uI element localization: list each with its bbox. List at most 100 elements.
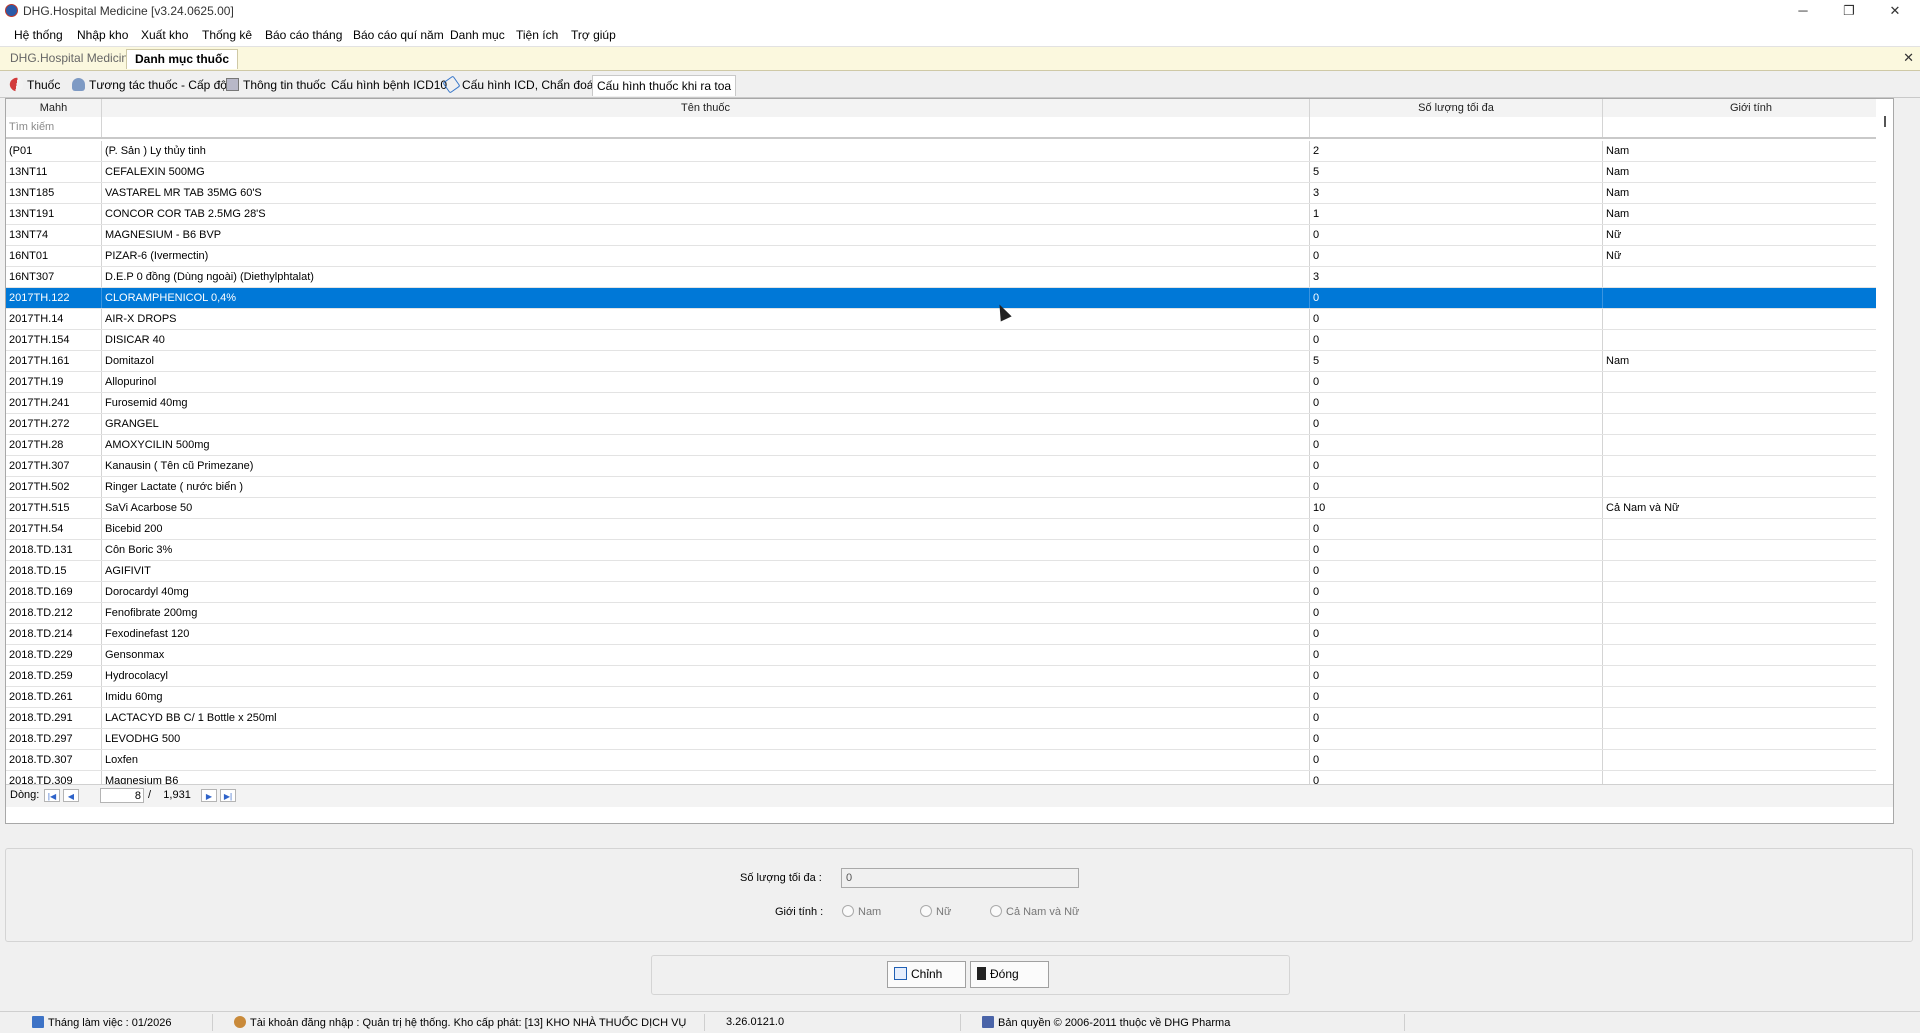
scrollbar-thumb[interactable] bbox=[1884, 116, 1886, 127]
menu-danh-muc[interactable]: Danh mục bbox=[450, 28, 505, 42]
menu-tro-giup[interactable]: Trợ giúp bbox=[571, 28, 616, 42]
table-row[interactable]: 2018.TD.214 Fexodinefast 120 0 bbox=[6, 624, 1893, 645]
table-row[interactable]: 2018.TD.297 LEVODHG 500 0 bbox=[6, 729, 1893, 750]
table-row[interactable]: 2017TH.19 Allopurinol 0 bbox=[6, 372, 1893, 393]
tab-home[interactable]: DHG.Hospital Medicine bbox=[2, 49, 143, 68]
cell-ten-thuoc: Ringer Lactate ( nước biển ) bbox=[102, 477, 1310, 497]
table-row[interactable]: 2017TH.502 Ringer Lactate ( nước biển ) 0 bbox=[6, 477, 1893, 498]
table-row[interactable]: 2018.TD.169 Dorocardyl 40mg 0 bbox=[6, 582, 1893, 603]
table-row[interactable]: 2017TH.154 DISICAR 40 0 bbox=[6, 330, 1893, 351]
table-row[interactable]: 2018.TD.309 Magnesium B6 0 bbox=[6, 771, 1893, 784]
close-button[interactable]: Đóng bbox=[970, 961, 1049, 988]
vertical-scrollbar[interactable] bbox=[1876, 99, 1893, 823]
subtab-icd10[interactable]: Cấu hình bệnh ICD10 bbox=[327, 75, 451, 95]
cell-ten-thuoc: AMOXYCILIN 500mg bbox=[102, 435, 1310, 455]
table-row[interactable]: 2017TH.515 SaVi Acarbose 50 10 Cả Nam và Nữ bbox=[6, 498, 1893, 519]
prev-page-button[interactable]: ◀ bbox=[63, 789, 79, 802]
radio-nam[interactable]: Nam bbox=[842, 905, 881, 918]
table-row[interactable]: 2018.TD.259 Hydrocolacyl 0 bbox=[6, 666, 1893, 687]
table-row[interactable]: 2017TH.14 AIR-X DROPS 0 bbox=[6, 309, 1893, 330]
cell-so-luong: 0 bbox=[1310, 750, 1603, 770]
menu-he-thong[interactable]: Hệ thống bbox=[14, 28, 63, 42]
minimize-button[interactable]: ─ bbox=[1780, 0, 1826, 22]
radio-ca-nam-va-nu[interactable]: Cả Nam và Nữ bbox=[990, 905, 1079, 918]
cell-gioi-tinh: Nam bbox=[1603, 351, 1893, 371]
table-row[interactable]: 13NT11 CEFALEXIN 500MG 5 Nam bbox=[6, 162, 1893, 183]
filter-input-so-luong[interactable] bbox=[1310, 117, 1603, 137]
qty-input[interactable] bbox=[841, 868, 1079, 888]
menu-bao-cao-qui-nam[interactable]: Báo cáo quí năm bbox=[353, 28, 444, 42]
column-header-gioi-tinh[interactable]: Giới tính bbox=[1603, 99, 1893, 117]
medicine-box-icon bbox=[226, 78, 239, 91]
subtab-cau-hinh-ra-toa[interactable]: Cấu hình thuốc khi ra toa bbox=[592, 75, 737, 96]
table-row[interactable]: 13NT74 MAGNESIUM - B6 BVP 0 Nữ bbox=[6, 225, 1893, 246]
edit-button[interactable]: Chỉnh bbox=[887, 961, 966, 988]
grid-rows: (P01 (P. Sản ) Ly thủy tinh 2 Nam 13NT11 CEFA… bbox=[6, 141, 1893, 784]
cell-mahh: 2018.TD.307 bbox=[6, 750, 102, 770]
first-page-button[interactable]: |◀ bbox=[44, 789, 60, 802]
radio-nu[interactable]: Nữ bbox=[920, 905, 951, 918]
table-row[interactable]: 2017TH.28 AMOXYCILIN 500mg 0 bbox=[6, 435, 1893, 456]
cell-ten-thuoc: CEFALEXIN 500MG bbox=[102, 162, 1310, 182]
restore-button[interactable]: ❐ bbox=[1826, 0, 1872, 22]
table-row[interactable]: 2017TH.307 Kanausin ( Tên cũ Primezane) 0 bbox=[6, 456, 1893, 477]
cell-gioi-tinh bbox=[1603, 771, 1893, 784]
filter-input-gioi-tinh[interactable] bbox=[1603, 117, 1893, 137]
table-row[interactable]: 2017TH.161 Domitazol 5 Nam bbox=[6, 351, 1893, 372]
subtab-thuoc[interactable]: Thuốc bbox=[6, 75, 64, 95]
filter-input-ten-thuoc[interactable] bbox=[102, 117, 1310, 137]
status-bar: Tháng làm việc : 01/2026 Tài khoản đăng … bbox=[0, 1011, 1920, 1033]
calendar-icon bbox=[32, 1016, 44, 1028]
menu-nhap-kho[interactable]: Nhập kho bbox=[77, 28, 128, 42]
table-row[interactable]: 16NT307 D.E.P 0 đồng (Dùng ngoài) (Diethy… bbox=[6, 267, 1893, 288]
menu-xuat-kho[interactable]: Xuất kho bbox=[141, 28, 188, 42]
current-row-input[interactable] bbox=[100, 788, 144, 803]
subtab-icd-chan-doan[interactable]: Cấu hình ICD, Chẩn đoán bbox=[441, 75, 604, 95]
table-row[interactable]: 16NT01 PIZAR-6 (Ivermectin) 0 Nữ bbox=[6, 246, 1893, 267]
table-row[interactable]: 2017TH.272 GRANGEL 0 bbox=[6, 414, 1893, 435]
table-row[interactable]: (P01 (P. Sản ) Ly thủy tinh 2 Nam bbox=[6, 141, 1893, 162]
table-row[interactable]: 13NT185 VASTAREL MR TAB 35MG 60'S 3 Nam bbox=[6, 183, 1893, 204]
table-row[interactable]: 2018.TD.261 Imidu 60mg 0 bbox=[6, 687, 1893, 708]
cell-mahh: 2018.TD.297 bbox=[6, 729, 102, 749]
column-header-ten-thuoc[interactable]: Tên thuốc bbox=[102, 99, 1310, 117]
cell-ten-thuoc: DISICAR 40 bbox=[102, 330, 1310, 350]
cell-mahh: 2018.TD.259 bbox=[6, 666, 102, 686]
cell-so-luong: 0 bbox=[1310, 645, 1603, 665]
last-page-button[interactable]: ▶| bbox=[220, 789, 236, 802]
column-header-mahh[interactable]: Mahh bbox=[6, 99, 102, 117]
cell-gioi-tinh bbox=[1603, 603, 1893, 623]
sub-tab-bar: Thuốc Tương tác thuốc - Cấp độ Thông tin… bbox=[0, 71, 1920, 98]
table-row[interactable]: 2017TH.122 CLORAMPHENICOL 0,4% 0 bbox=[6, 288, 1893, 309]
close-window-button[interactable]: ✕ bbox=[1872, 0, 1918, 22]
cell-so-luong: 5 bbox=[1310, 162, 1603, 182]
table-row[interactable]: 2017TH.54 Bicebid 200 0 bbox=[6, 519, 1893, 540]
table-row[interactable]: 13NT191 CONCOR COR TAB 2.5MG 28'S 1 Nam bbox=[6, 204, 1893, 225]
cell-gioi-tinh: Nữ bbox=[1603, 225, 1893, 245]
column-header-so-luong[interactable]: Số lượng tối đa bbox=[1310, 99, 1603, 117]
close-button-label: Đóng bbox=[990, 967, 1019, 981]
cell-so-luong: 0 bbox=[1310, 582, 1603, 602]
cell-ten-thuoc: MAGNESIUM - B6 BVP bbox=[102, 225, 1310, 245]
table-row[interactable]: 2018.TD.212 Fenofibrate 200mg 0 bbox=[6, 603, 1893, 624]
close-tab-icon[interactable]: ✕ bbox=[1903, 50, 1914, 66]
table-row[interactable]: 2017TH.241 Furosemid 40mg 0 bbox=[6, 393, 1893, 414]
cell-ten-thuoc: Kanausin ( Tên cũ Primezane) bbox=[102, 456, 1310, 476]
cell-so-luong: 0 bbox=[1310, 519, 1603, 539]
menu-tien-ich[interactable]: Tiện ích bbox=[516, 28, 558, 42]
next-page-button[interactable]: ▶ bbox=[201, 789, 217, 802]
table-row[interactable]: 2018.TD.229 Gensonmax 0 bbox=[6, 645, 1893, 666]
cell-so-luong: 3 bbox=[1310, 267, 1603, 287]
menu-thong-ke[interactable]: Thống kê bbox=[202, 28, 252, 42]
table-row[interactable]: 2018.TD.131 Côn Boric 3% 0 bbox=[6, 540, 1893, 561]
tab-danh-muc-thuoc[interactable]: Danh mục thuốc bbox=[126, 49, 239, 69]
cell-gioi-tinh bbox=[1603, 624, 1893, 644]
table-row[interactable]: 2018.TD.15 AGIFIVIT 0 bbox=[6, 561, 1893, 582]
menu-bao-cao-thang[interactable]: Báo cáo tháng bbox=[265, 28, 342, 42]
cell-so-luong: 0 bbox=[1310, 309, 1603, 329]
table-row[interactable]: 2018.TD.307 Loxfen 0 bbox=[6, 750, 1893, 771]
subtab-tuong-tac[interactable]: Tương tác thuốc - Cấp độ bbox=[68, 75, 231, 95]
subtab-thong-tin[interactable]: Thông tin thuốc bbox=[222, 75, 330, 95]
filter-input-mahh[interactable]: Tìm kiếm bbox=[6, 117, 102, 137]
table-row[interactable]: 2018.TD.291 LACTACYD BB C/ 1 Bottle x 250… bbox=[6, 708, 1893, 729]
